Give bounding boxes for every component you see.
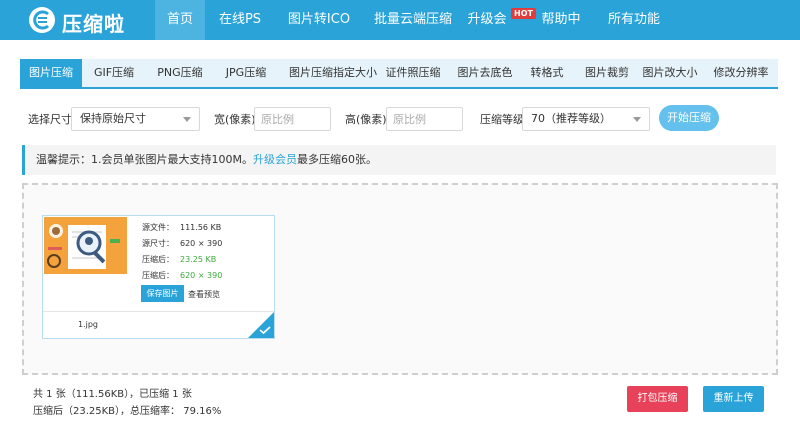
tip-suffix: 最多压缩60张。 xyxy=(296,153,377,166)
height-input[interactable] xyxy=(386,107,463,131)
width-input[interactable] xyxy=(254,107,331,131)
tab-image-crop[interactable]: 图片裁剪 xyxy=(578,59,636,87)
tab-remove-background[interactable]: 图片去底色 xyxy=(452,59,518,87)
reupload-button[interactable]: 重新上传 xyxy=(703,386,764,412)
size-select-value: 保持原始尺寸 xyxy=(80,112,146,125)
compressed-value: 23.25 KB xyxy=(180,255,217,264)
logo-text[interactable]: 压缩啦 xyxy=(62,8,125,37)
compressed-size-row: 压缩后： 620 × 390 xyxy=(142,270,222,281)
tab-jpg-compress[interactable]: JPG压缩 xyxy=(216,59,276,87)
tab-change-resolution[interactable]: 修改分辨率 xyxy=(708,59,774,87)
view-preview-link[interactable]: 查看预览 xyxy=(188,289,220,300)
level-select-value: 70（推荐等级） xyxy=(531,112,611,125)
nav-upgrade-member[interactable]: 升级会员 xyxy=(462,0,512,67)
stat-total: 共 1 张（111.56KB），已压缩 1 张 xyxy=(33,389,192,400)
tool-tabs: 图片压缩 GIF压缩 PNG压缩 JPG压缩 图片压缩指定大小 证件照压缩 图片… xyxy=(20,59,778,89)
tip-bar: 温馨提示：1.会员单张图片最大支持100M。升级会员最多压缩60张。 xyxy=(22,145,776,175)
chevron-down-icon xyxy=(633,117,641,122)
start-compress-button[interactable]: 开始压缩 xyxy=(659,105,719,131)
width-label: 宽(像素) xyxy=(214,113,256,126)
source-size-row: 源尺寸： 620 × 390 xyxy=(142,238,222,249)
size-select[interactable]: 保持原始尺寸 xyxy=(71,107,200,131)
compressed-size-label: 压缩后： xyxy=(142,271,174,280)
source-size-value: 620 × 390 xyxy=(180,239,223,248)
source-file-value: 111.56 KB xyxy=(180,223,222,232)
source-file-row: 源文件： 111.56 KB xyxy=(142,222,221,233)
thumbnail-illustration xyxy=(44,217,127,274)
tab-png-compress[interactable]: PNG压缩 xyxy=(150,59,210,87)
level-label: 压缩等级 xyxy=(480,113,524,126)
tab-image-compress[interactable]: 图片压缩 xyxy=(20,59,82,87)
pack-download-button[interactable]: 打包压缩 xyxy=(627,386,688,412)
nav-home[interactable]: 首页 xyxy=(155,0,205,40)
chevron-down-icon xyxy=(183,117,191,122)
size-label: 选择尺寸 xyxy=(28,113,72,126)
source-size-label: 源尺寸： xyxy=(142,239,174,248)
compressed-label: 压缩后： xyxy=(142,255,174,264)
card-divider xyxy=(43,311,274,312)
height-label: 高(像素) xyxy=(345,113,387,126)
compressed-file-row: 压缩后： 23.25 KB xyxy=(142,254,216,265)
nav-batch-cloud[interactable]: 批量云端压缩 xyxy=(367,0,459,40)
hot-badge: HOT xyxy=(511,8,536,19)
tab-compress-to-size[interactable]: 图片压缩指定大小 xyxy=(278,59,388,87)
logo-icon[interactable] xyxy=(28,6,56,34)
nav-online-ps[interactable]: 在线PS xyxy=(214,0,266,40)
upgrade-member-link[interactable]: 升级会员 xyxy=(253,153,297,166)
image-thumbnail[interactable] xyxy=(44,217,127,274)
file-card[interactable]: 源文件： 111.56 KB 源尺寸： 620 × 390 压缩后： 23.25 KB… xyxy=(42,215,275,339)
nav-help-center[interactable]: 帮助中心 xyxy=(536,0,586,67)
stat-compressed: 压缩后（23.25KB），总压缩率： 79.16% xyxy=(33,406,222,417)
save-image-button[interactable]: 保存图片 xyxy=(141,285,184,302)
checkmark-icon xyxy=(259,326,271,334)
nav-image-to-ico[interactable]: 图片转ICO xyxy=(282,0,356,40)
selected-corner xyxy=(248,312,274,338)
tip-prefix: 温馨提示：1.会员单张图片最大支持100M。 xyxy=(36,153,253,166)
source-file-label: 源文件： xyxy=(142,223,174,232)
top-nav: 压缩啦 首页 在线PS 图片转ICO 批量云端压缩 升级会员 HOT 帮助中心 … xyxy=(0,0,800,67)
compressed-size-value: 620 × 390 xyxy=(180,271,223,280)
tab-image-resize[interactable]: 图片改大小 xyxy=(638,59,702,87)
nav-all-features[interactable]: 所有功能 xyxy=(608,0,660,40)
tab-convert-format[interactable]: 转格式 xyxy=(524,59,570,87)
file-name: 1.jpg xyxy=(78,320,99,329)
tab-gif-compress[interactable]: GIF压缩 xyxy=(88,59,140,87)
tab-id-photo-compress[interactable]: 证件照压缩 xyxy=(378,59,448,87)
level-select[interactable]: 70（推荐等级） xyxy=(522,107,650,131)
